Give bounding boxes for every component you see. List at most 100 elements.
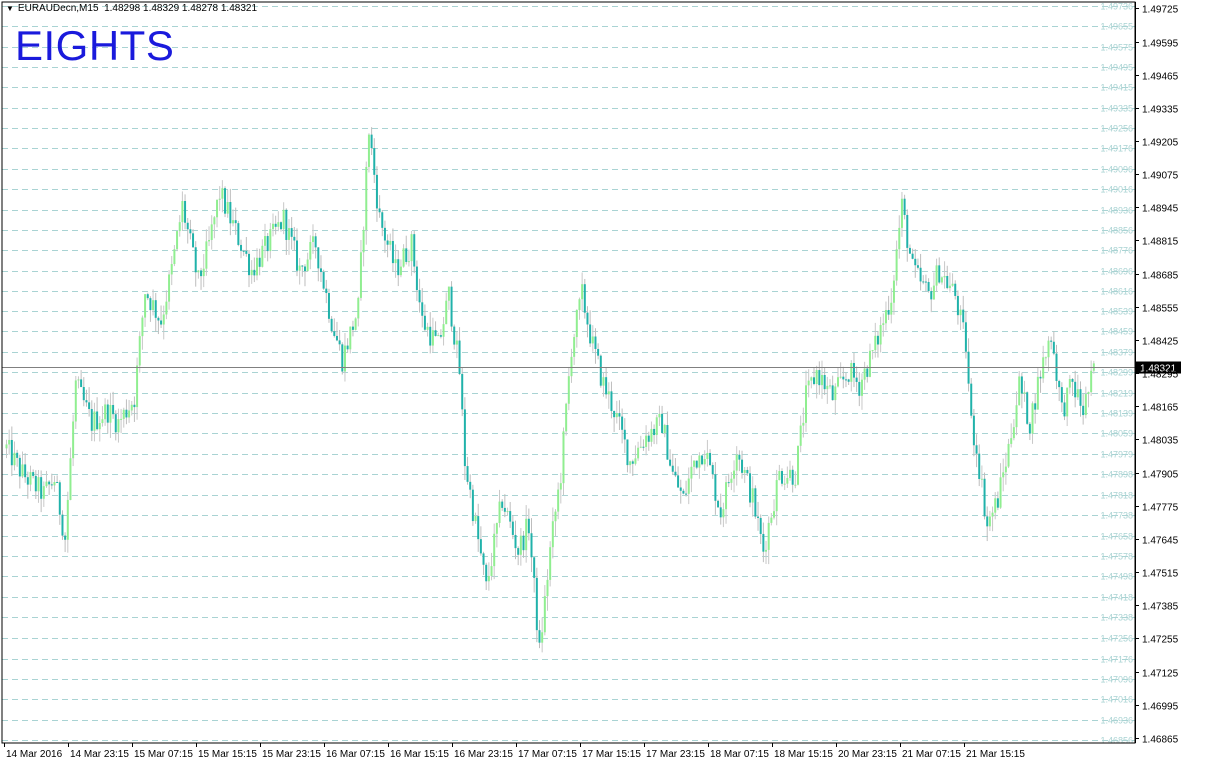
candle-body <box>1087 392 1090 395</box>
candle-body <box>495 522 498 534</box>
level-label: 1.48539 <box>1100 307 1133 317</box>
candle-body <box>32 472 35 476</box>
candle-body <box>42 486 45 499</box>
level-label: 1.48219 <box>1100 389 1133 399</box>
y-tick-label: 1.48815 <box>1142 237 1179 248</box>
level-label: 1.48459 <box>1100 327 1133 337</box>
candle-body <box>983 478 986 517</box>
candle-body <box>802 422 805 426</box>
candle-body <box>210 224 213 241</box>
candle-body <box>602 377 605 386</box>
candle-body <box>106 404 109 423</box>
candle-body <box>988 516 991 527</box>
y-tick-label: 1.47775 <box>1142 503 1179 514</box>
candle-body <box>999 477 1002 508</box>
candle-body <box>160 320 163 325</box>
candle-body <box>597 348 600 356</box>
candle-body <box>749 473 752 503</box>
candle-body <box>421 302 424 316</box>
candle-body <box>471 489 474 522</box>
candle-body <box>1084 394 1087 416</box>
candle-body <box>1052 341 1055 354</box>
level-label: 1.47418 <box>1100 593 1133 603</box>
y-tick-label: 1.47255 <box>1142 635 1179 646</box>
candle-body <box>693 460 696 467</box>
candle-body <box>493 533 496 567</box>
candle-body <box>1015 405 1018 428</box>
candle-body <box>61 514 64 536</box>
candle-body <box>266 236 269 252</box>
candle-body <box>765 549 768 552</box>
candle-body <box>309 241 312 260</box>
x-tick-label: 16 Mar 07:15 <box>326 749 385 760</box>
candle-body <box>56 481 59 483</box>
candle-body <box>871 350 874 352</box>
candle-body <box>543 596 546 633</box>
candle-body <box>21 464 24 477</box>
candle-body <box>730 478 733 483</box>
candle-body <box>940 277 943 283</box>
candle-body <box>892 280 895 303</box>
candle-body <box>594 336 597 349</box>
chart-watermark: EIGHTS <box>15 22 175 69</box>
candle-body <box>402 248 405 267</box>
candle-body <box>386 240 389 245</box>
candle-body <box>943 275 946 278</box>
candle-body <box>538 630 541 643</box>
candle-body <box>879 325 882 345</box>
candle-body <box>362 229 365 253</box>
candle-body <box>34 475 37 492</box>
candle-body <box>224 188 227 214</box>
candle-body <box>575 310 578 338</box>
candle-body <box>626 439 629 466</box>
y-tick-label: 1.48685 <box>1142 271 1179 282</box>
candle-body <box>237 223 240 245</box>
x-tick-label: 21 Mar 07:15 <box>902 749 961 760</box>
candle-body <box>642 446 645 448</box>
candle-body <box>978 453 981 479</box>
candle-body <box>722 509 725 518</box>
candle-body <box>607 391 610 395</box>
candle-body <box>911 253 914 259</box>
candle-body <box>666 425 669 460</box>
candle-body <box>855 377 858 382</box>
collapse-triangle-icon[interactable]: ▼ <box>6 4 14 13</box>
candle-body <box>301 265 304 267</box>
candle-body <box>623 429 626 440</box>
x-tick-label: 21 Mar 15:15 <box>966 749 1025 760</box>
candle-body <box>274 223 277 227</box>
candle-body <box>868 350 871 377</box>
chart-window[interactable]: 1.49736 1.49655 1.49575 1.49495 1.49415 1.493… <box>0 0 1220 765</box>
candle-body <box>10 439 13 466</box>
candle-body <box>1023 392 1026 394</box>
candle-body <box>541 632 544 643</box>
candle-body <box>583 284 586 313</box>
candle-body <box>157 317 160 321</box>
candle-body <box>48 481 51 485</box>
candle-body <box>136 365 139 408</box>
candle-body <box>610 391 613 411</box>
candle-body <box>959 309 962 316</box>
candle-body <box>450 286 453 327</box>
candle-body <box>173 249 176 265</box>
price-chart[interactable]: 1.49736 1.49655 1.49575 1.49495 1.49415 1.493… <box>0 0 1220 765</box>
level-label: 1.49096 <box>1100 165 1133 175</box>
candle-body <box>815 370 818 385</box>
candle-body <box>535 577 538 631</box>
candle-body <box>812 377 815 385</box>
symbol-period: EURAUDecn,M15 <box>17 3 99 14</box>
candle-body <box>794 484 797 486</box>
candle-body <box>498 501 501 523</box>
candle-body <box>565 403 568 432</box>
candle-body <box>820 374 823 386</box>
candle-body <box>551 521 554 548</box>
candle-body <box>53 481 56 486</box>
candle-body <box>138 336 141 366</box>
candle-body <box>562 431 565 484</box>
candle-body <box>711 465 714 475</box>
candle-body <box>1066 387 1069 417</box>
candle-body <box>964 322 967 352</box>
level-label: 1.48379 <box>1100 348 1133 358</box>
candle-body <box>549 547 552 580</box>
candle-body <box>738 454 741 460</box>
